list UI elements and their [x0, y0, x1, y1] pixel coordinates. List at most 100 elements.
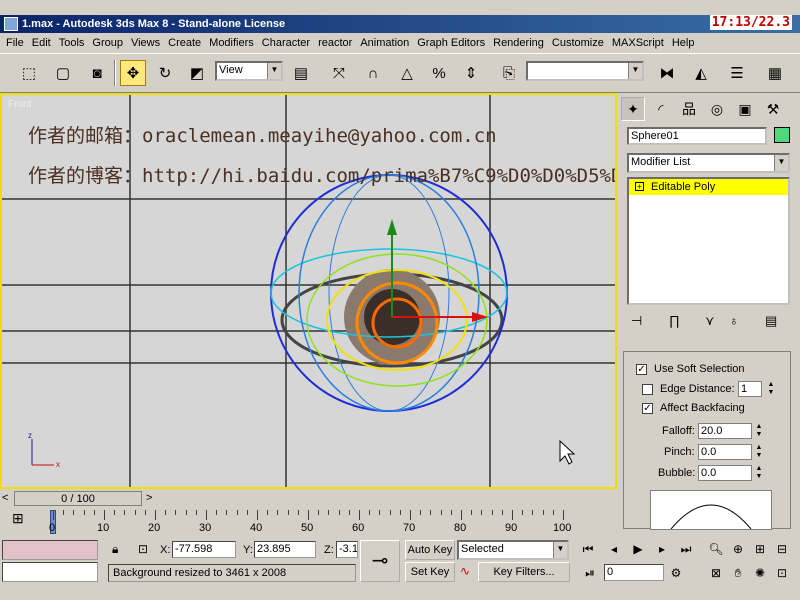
hierarchy-tab-icon[interactable]: 品	[677, 97, 701, 121]
object-name-field[interactable]: Sphere01	[627, 127, 767, 145]
menu-create[interactable]: Create	[164, 37, 205, 49]
display-tab-icon[interactable]: ▣	[733, 97, 757, 121]
play-icon[interactable]: ▶	[628, 542, 648, 556]
menu-reactor[interactable]: reactor	[314, 37, 356, 49]
select-and-scale-icon[interactable]: ◩	[184, 60, 210, 86]
bubble-spinner[interactable]: 0.0	[698, 465, 752, 481]
lock-selection-icon[interactable]: 🔒︎	[112, 542, 118, 557]
pin-stack-icon[interactable]: ⊣	[631, 313, 642, 329]
mirror-axis-icon[interactable]: ⤧	[326, 60, 352, 86]
edge-distance-checkbox[interactable]	[642, 384, 653, 395]
menu-tools[interactable]: Tools	[55, 37, 89, 49]
utilities-tab-icon[interactable]: ⚒	[761, 97, 785, 121]
mirror-icon[interactable]: ⧓	[654, 60, 680, 86]
zoom-all-icon[interactable]: ⊕	[728, 542, 748, 556]
key-mode-dropdown[interactable]: Selected ▼	[457, 540, 569, 560]
track-tick	[471, 510, 473, 515]
align-icon[interactable]: ◭	[688, 60, 714, 86]
motion-tab-icon[interactable]: ◎	[705, 97, 729, 121]
menu-views[interactable]: Views	[127, 37, 164, 49]
region-zoom-icon[interactable]: ⊠	[706, 566, 726, 580]
zoom-extents-all-icon[interactable]: ⊟	[772, 542, 792, 556]
set-key-icon[interactable]: ⊸	[360, 540, 400, 582]
maximize-viewport-icon[interactable]: ⊡	[772, 566, 792, 580]
absolute-mode-icon[interactable]: ⊡	[138, 542, 148, 556]
modifier-stack[interactable]: + Editable Poly	[627, 177, 790, 305]
spinner-arrows-icon[interactable]: ▲ ▼	[754, 423, 764, 439]
spinner-snap-icon[interactable]: ⇕	[458, 60, 484, 86]
mini-curve-editor-icon[interactable]: ⊞	[12, 510, 24, 527]
stack-item-editable-poly[interactable]: + Editable Poly	[629, 179, 788, 195]
maxscript-output[interactable]	[2, 562, 98, 582]
object-color-swatch[interactable]	[774, 127, 790, 143]
edit-named-selection-icon[interactable]: ⎘	[496, 60, 522, 86]
go-to-start-icon[interactable]: ⏮	[578, 542, 598, 557]
menu-modifiers[interactable]: Modifiers	[205, 37, 258, 49]
spinner-arrows-icon[interactable]: ▲ ▼	[766, 381, 776, 397]
pivot-center-icon[interactable]: ▤	[288, 60, 314, 86]
select-and-move-icon[interactable]: ✥	[120, 60, 146, 86]
use-soft-selection-checkbox[interactable]: ✓	[636, 364, 647, 375]
configure-modifier-sets-icon[interactable]: ▤	[765, 313, 777, 329]
window-crossing-icon[interactable]: ◙	[84, 60, 110, 86]
next-frame-icon[interactable]: ▸	[652, 542, 672, 556]
time-next-arrow-icon[interactable]: >	[146, 492, 152, 504]
remove-modifier-icon[interactable]: ♁	[729, 313, 739, 328]
previous-frame-icon[interactable]: ◂	[604, 542, 624, 556]
create-tab-icon[interactable]: ✦	[621, 97, 645, 121]
make-unique-icon[interactable]: ⋎	[705, 313, 715, 329]
spinner-arrows-icon[interactable]: ▲ ▼	[754, 465, 764, 481]
time-slider-thumb[interactable]: 0 / 100	[14, 491, 142, 506]
select-and-rotate-icon[interactable]: ↻	[152, 60, 178, 86]
percent-snap-icon[interactable]: %	[426, 60, 452, 86]
menu-rendering[interactable]: Rendering	[489, 37, 548, 49]
viewport-label[interactable]: Front	[8, 99, 31, 110]
menu-help[interactable]: Help	[668, 37, 699, 49]
menu-group[interactable]: Group	[88, 37, 127, 49]
select-region-icon[interactable]: ▢	[50, 60, 76, 86]
edge-distance-spinner[interactable]: 1	[738, 381, 762, 397]
current-frame-field[interactable]: 0	[604, 564, 664, 581]
curve-editor-icon[interactable]: ▦	[762, 60, 788, 86]
go-to-end-icon[interactable]: ⏭	[676, 542, 696, 557]
menu-maxscript[interactable]: MAXScript	[608, 37, 668, 49]
key-filters-button[interactable]: Key Filters...	[478, 562, 570, 582]
pan-hand-icon[interactable]: ✋︎	[728, 566, 748, 581]
named-selection-dropdown[interactable]: ▼	[526, 61, 644, 81]
menu-file[interactable]: File	[2, 37, 28, 49]
menu-animation[interactable]: Animation	[356, 37, 413, 49]
menu-customize[interactable]: Customize	[548, 37, 608, 49]
zoom-icon[interactable]: 🔍︎	[706, 542, 726, 556]
modify-tab-icon[interactable]: ◜	[649, 97, 673, 121]
track-bar[interactable]: ⊞ 0 10 20 30 40 50 60 70 80 90 100	[0, 508, 617, 538]
spinner-arrows-icon[interactable]: ▲ ▼	[754, 444, 764, 460]
affect-backfacing-checkbox[interactable]: ✓	[642, 403, 653, 414]
auto-key-button[interactable]: Auto Key	[405, 540, 455, 560]
reference-coordinate-dropdown[interactable]: View ▼	[215, 61, 283, 81]
select-object-icon[interactable]: ⬚	[16, 60, 42, 86]
pinch-spinner[interactable]: 0.0	[698, 444, 752, 460]
maxscript-listener-input[interactable]	[2, 540, 98, 560]
time-configuration-icon[interactable]: ⚙	[666, 566, 686, 580]
layer-manager-icon[interactable]: ☰	[724, 60, 750, 86]
front-viewport[interactable]: z x Front 作者的邮箱：oraclemean.meayihe@yahoo…	[0, 93, 617, 489]
time-prev-arrow-icon[interactable]: <	[2, 492, 8, 504]
angle-snap-icon[interactable]: △	[394, 60, 420, 86]
z-coordinate-field[interactable]: -3.1	[336, 541, 358, 558]
set-key-button[interactable]: Set Key	[405, 562, 455, 582]
modifier-list-dropdown[interactable]: Modifier List ▼	[627, 153, 790, 173]
arc-rotate-icon[interactable]: ✺	[750, 566, 770, 580]
show-end-result-icon[interactable]: ∏	[669, 313, 680, 328]
menu-character[interactable]: Character	[258, 37, 314, 49]
x-coordinate-field[interactable]: -77.598	[172, 541, 236, 558]
key-mode-toggle-icon[interactable]: ⏯	[580, 566, 600, 581]
menu-edit[interactable]: Edit	[28, 37, 55, 49]
menu-graph-editors[interactable]: Graph Editors	[413, 37, 489, 49]
zoom-extents-icon[interactable]: ⊞	[750, 542, 770, 556]
y-coordinate-field[interactable]: 23.895	[254, 541, 316, 558]
time-slider[interactable]: < 0 / 100 >	[0, 490, 617, 508]
default-tangent-icon[interactable]: ∿	[460, 564, 470, 578]
snap-3d-icon[interactable]: ∩	[360, 60, 386, 86]
expand-icon[interactable]: +	[635, 182, 644, 191]
falloff-spinner[interactable]: 20.0	[698, 423, 752, 439]
